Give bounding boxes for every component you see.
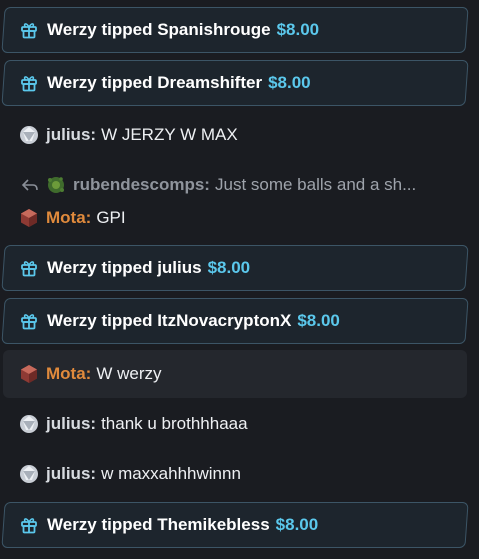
reply-username[interactable]: rubendescomps:: [73, 175, 210, 195]
message-text: GPI: [96, 208, 126, 227]
chat-message: Mota: GPI: [3, 198, 467, 238]
username[interactable]: Mota:: [46, 364, 91, 384]
gift-icon: [21, 314, 37, 330]
username[interactable]: Mota:: [46, 208, 91, 228]
reply-preview[interactable]: rubendescomps: Just some balls and a sh.…: [3, 171, 467, 199]
message-text: W werzy: [96, 364, 162, 383]
chat-feed: Werzy tipped Spanishrouge $8.00 Werzy ti…: [0, 0, 479, 559]
message-text: W JERZY W MAX: [101, 125, 238, 144]
reply-text: Just some balls and a sh...: [214, 175, 417, 194]
tip-text: Werzy tipped Themikebless: [47, 515, 270, 534]
chat-message: Mota: W werzy: [3, 350, 467, 398]
tip-amount: $8.00: [275, 515, 319, 534]
tip-notification: Werzy tipped ItzNovacryptonX $8.00: [1, 298, 469, 344]
username[interactable]: julius:: [46, 464, 96, 484]
gift-icon: [21, 261, 37, 277]
tip-notification: Werzy tipped Dreamshifter $8.00: [1, 60, 469, 106]
tip-amount: $8.00: [297, 311, 340, 330]
tip-notification: Werzy tipped Spanishrouge $8.00: [1, 7, 469, 53]
diamond-badge-icon: [20, 126, 38, 144]
reply-arrow-icon: [21, 179, 38, 191]
ruby-badge-icon: [21, 209, 37, 227]
username[interactable]: julius:: [46, 125, 96, 145]
diamond-badge-icon: [20, 465, 38, 483]
tip-notification: Werzy tipped julius $8.00: [1, 245, 469, 291]
username[interactable]: julius:: [46, 414, 96, 434]
message-text: thank u brothhhaaa: [101, 414, 248, 433]
tip-text: Werzy tipped Spanishrouge: [47, 20, 271, 39]
tip-text: Werzy tipped Dreamshifter: [47, 73, 263, 92]
message-text: w maxxahhhwinnn: [101, 464, 241, 483]
chat-message: julius: thank u brothhhaaa: [3, 404, 467, 444]
chat-message: julius: W JERZY W MAX: [3, 115, 467, 155]
tip-text: Werzy tipped julius: [47, 258, 202, 277]
tip-text: Werzy tipped ItzNovacryptonX: [47, 311, 292, 330]
gift-icon: [21, 76, 37, 92]
gift-icon: [21, 23, 37, 39]
tip-amount: $8.00: [207, 258, 251, 277]
chat-message: julius: w maxxahhhwinnn: [3, 454, 467, 494]
ruby-badge-icon: [21, 365, 37, 383]
gift-icon: [21, 518, 37, 534]
tip-amount: $8.00: [268, 73, 311, 92]
green-badge-icon: [48, 177, 64, 193]
tip-amount: $8.00: [276, 20, 320, 39]
diamond-badge-icon: [20, 415, 38, 433]
tip-notification: Werzy tipped Themikebless $8.00: [1, 502, 469, 548]
